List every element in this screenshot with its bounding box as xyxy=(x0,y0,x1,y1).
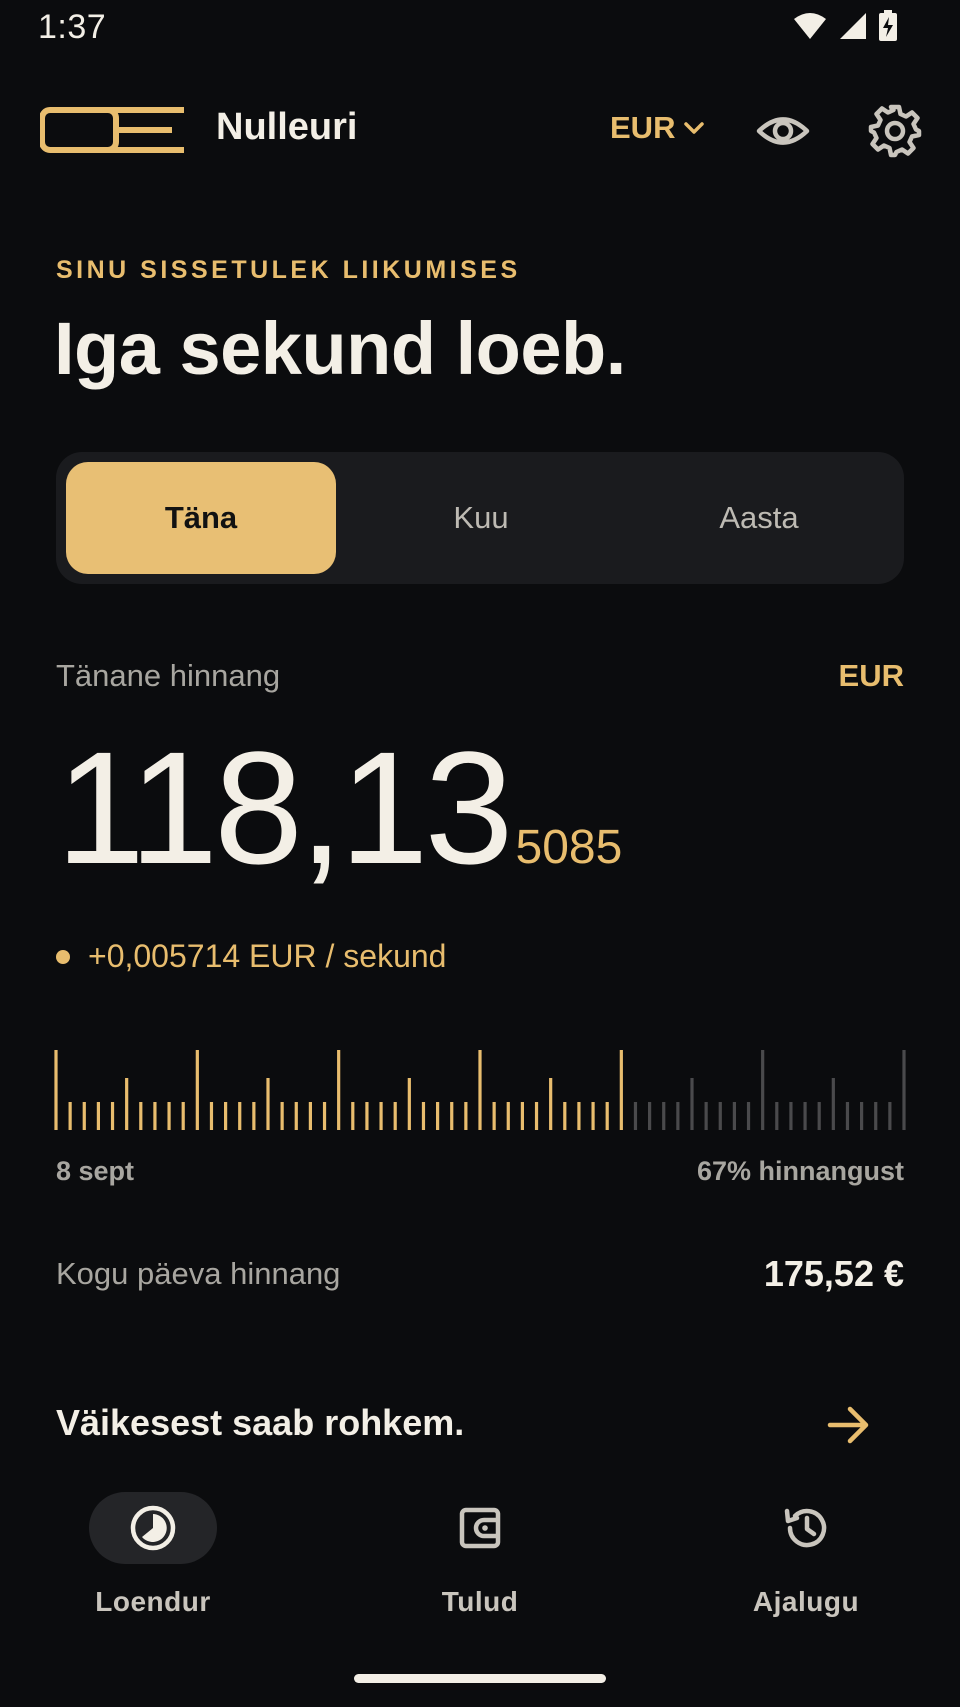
ruler-start-label: 8 sept xyxy=(56,1156,135,1186)
status-icons xyxy=(792,10,898,42)
tab-year[interactable]: Aasta xyxy=(624,462,894,574)
earning-rate-text: +0,005714 EUR / sekund xyxy=(88,938,447,974)
timer-icon xyxy=(130,1505,176,1551)
ruler-percent-label: 67% hinnangust xyxy=(696,1156,904,1186)
home-indicator[interactable] xyxy=(354,1674,606,1683)
nav-label-counter: Loendur xyxy=(95,1586,211,1617)
signal-icon xyxy=(840,13,866,39)
section-eyebrow: SINU SISSETULEK LIIKUMISES xyxy=(56,256,521,284)
nav-label-history: Ajalugu xyxy=(752,1586,860,1617)
period-segmented-control: Täna Kuu Aasta xyxy=(56,452,904,584)
estimate-amount-fraction: 5085 xyxy=(515,821,623,874)
chevron-down-icon xyxy=(684,122,705,134)
estimate-label: Tänane hinnang xyxy=(56,658,281,693)
estimate-currency: EUR xyxy=(838,658,904,693)
arrow-right-icon xyxy=(827,1406,869,1444)
status-time: 1:37 xyxy=(38,8,107,46)
total-day-label: Kogu päeva hinnang xyxy=(56,1256,341,1291)
nav-item-history[interactable]: Ajalugu xyxy=(706,1492,906,1632)
total-day-value: 175,52 € xyxy=(763,1253,904,1294)
estimate-amount-main: 118,13 xyxy=(56,718,513,897)
tab-today[interactable]: Täna xyxy=(66,462,336,574)
wifi-icon xyxy=(794,13,826,39)
bottom-navigation: Loendur Tulud Ajalugu xyxy=(0,1478,960,1707)
rate-dot-icon xyxy=(56,949,70,964)
currency-selector[interactable]: EUR xyxy=(610,110,705,146)
wallet-icon xyxy=(459,1507,501,1549)
currency-selector-label: EUR xyxy=(610,110,676,145)
eye-icon xyxy=(756,117,810,145)
visibility-toggle-button[interactable] xyxy=(756,104,810,158)
estimate-amount: 118,13 5085 xyxy=(56,728,622,888)
page-title: Iga sekund loeb. xyxy=(54,307,626,390)
nav-item-counter[interactable]: Loendur xyxy=(53,1492,253,1632)
settings-button[interactable] xyxy=(868,104,922,158)
earning-rate: +0,005714 EUR / sekund xyxy=(56,938,446,975)
gear-icon xyxy=(868,104,922,158)
history-icon xyxy=(784,1508,827,1548)
day-progress-ruler xyxy=(54,1050,906,1130)
promo-title[interactable]: Väikesest saab rohkem. xyxy=(56,1402,464,1444)
tab-month[interactable]: Kuu xyxy=(346,462,616,574)
logo-icon xyxy=(39,106,186,159)
promo-arrow-button[interactable] xyxy=(826,1402,872,1448)
nav-label-income: Tulud xyxy=(441,1586,519,1617)
nav-item-income[interactable]: Tulud xyxy=(380,1492,580,1632)
app-name: Nulleuri xyxy=(216,106,358,148)
battery-charging-icon xyxy=(879,10,897,41)
